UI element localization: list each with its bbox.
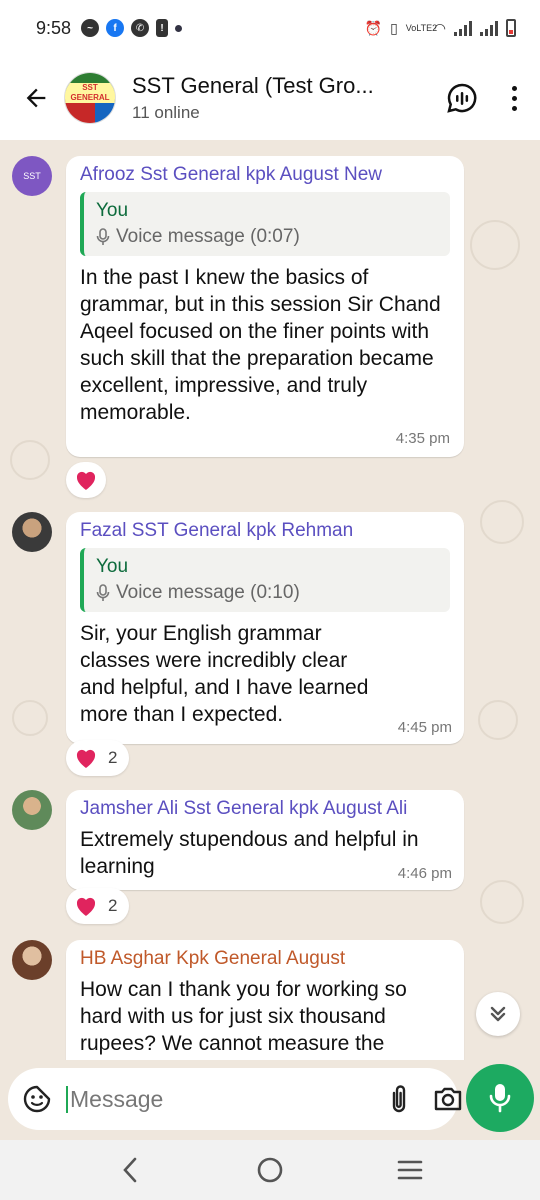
system-navigation-bar [0, 1140, 540, 1200]
more-notifications-icon [175, 24, 183, 32]
vibrate-icon: ▯ [390, 19, 398, 36]
sender-avatar[interactable]: SST [12, 156, 52, 196]
microphone-icon [96, 584, 110, 601]
quote-text: Voice message (0:10) [116, 582, 300, 603]
messenger-notification-icon: ~ [81, 19, 100, 37]
microphone-icon [96, 228, 110, 245]
microphone-icon [489, 1084, 511, 1113]
reaction-badge[interactable] [66, 462, 106, 498]
online-count: 11 online [132, 103, 200, 122]
compose-bar [0, 1060, 540, 1140]
nav-back-button[interactable] [106, 1146, 154, 1194]
chat-info[interactable]: SST General (Test Gro... 11 online [132, 73, 434, 123]
home-circle-icon [257, 1157, 283, 1183]
sender-name[interactable]: Afrooz Sst General kpk August New [80, 164, 450, 186]
camera-icon [434, 1087, 462, 1111]
recents-icon [397, 1160, 423, 1180]
status-bar: 9:58 ~ f ✆ ! ⏰ ▯ VoLTE2 ◠ [0, 0, 540, 56]
status-time: 9:58 [36, 17, 72, 38]
volte-label: VoLTE2 [405, 22, 438, 33]
voice-chat-icon [447, 83, 477, 113]
more-options-button[interactable] [504, 80, 524, 116]
message-bubble[interactable]: Afrooz Sst General kpk August New You Vo… [66, 156, 464, 457]
group-avatar-logo: SST GENERAL [65, 83, 115, 103]
chat-messages-area[interactable]: SST Afrooz Sst General kpk August New Yo… [0, 140, 540, 1060]
double-chevron-down-icon [490, 1006, 506, 1022]
message-row: Jamsher Ali Sst General kpk August Ali E… [12, 790, 472, 890]
facebook-notification-icon: f [106, 19, 125, 37]
chat-header: SST GENERAL SST General (Test Gro... 11 … [0, 56, 540, 140]
message-bubble[interactable]: Jamsher Ali Sst General kpk August Ali E… [66, 790, 464, 890]
reaction-count: 2 [108, 748, 118, 767]
alarm-icon: ⏰ [364, 19, 383, 36]
nav-recents-button[interactable] [386, 1146, 434, 1194]
reaction-badge[interactable]: 2 [66, 740, 130, 776]
heart-icon [76, 471, 96, 490]
sender-name[interactable]: Fazal SST General kpk Rehman [80, 520, 450, 542]
message-time: 4:35 pm [395, 430, 450, 447]
back-arrow-icon [26, 88, 46, 108]
scroll-to-bottom-button[interactable] [476, 992, 520, 1036]
message-row: Fazal SST General kpk Rehman You Voice m… [12, 512, 472, 744]
sender-avatar[interactable] [12, 790, 52, 830]
reaction-count: 2 [108, 896, 118, 915]
group-avatar[interactable]: SST GENERAL [64, 72, 116, 124]
reaction-badge[interactable]: 2 [66, 888, 130, 924]
message-bubble[interactable]: Fazal SST General kpk Rehman You Voice m… [66, 512, 464, 744]
heart-icon [76, 749, 96, 768]
sender-avatar[interactable] [12, 940, 52, 980]
alert-notification-icon: ! [156, 19, 169, 37]
nav-home-button[interactable] [246, 1146, 294, 1194]
reply-quote[interactable]: You Voice message (0:07) [80, 192, 450, 256]
attach-button[interactable] [386, 1082, 412, 1116]
heart-icon [76, 897, 96, 916]
message-row: HB Asghar Kpk General August How can I t… [12, 940, 472, 1060]
sender-avatar[interactable] [12, 512, 52, 552]
sender-name[interactable]: HB Asghar Kpk General August [80, 948, 450, 970]
paperclip-icon [392, 1085, 406, 1113]
quote-author: You [96, 200, 129, 221]
camera-button[interactable] [432, 1082, 464, 1116]
message-text: How can I thank you for working so hard … [80, 978, 407, 1055]
battery-icon [506, 19, 516, 37]
message-text: In the past I knew the basics of grammar… [80, 266, 441, 424]
back-button[interactable] [16, 78, 56, 118]
message-time: 4:46 pm [397, 865, 452, 882]
wifi-icon: ◠ [433, 19, 446, 36]
reply-quote[interactable]: You Voice message (0:10) [80, 548, 450, 612]
chevron-left-icon [123, 1157, 137, 1183]
voice-record-button[interactable] [466, 1064, 534, 1132]
signal-1-icon [454, 20, 472, 36]
message-time: 4:45 pm [397, 719, 452, 736]
chat-title: SST General (Test Gro... [132, 73, 374, 98]
message-bubble[interactable]: HB Asghar Kpk General August How can I t… [66, 940, 464, 1060]
message-input[interactable] [66, 1085, 366, 1113]
sticker-icon [23, 1085, 51, 1113]
wallpaper-doodle [478, 700, 518, 740]
voice-chat-button[interactable] [444, 80, 480, 116]
whatsapp-notification-icon: ✆ [131, 19, 150, 37]
quote-text: Voice message (0:07) [116, 226, 300, 247]
message-input-box [8, 1068, 462, 1130]
sender-name[interactable]: Jamsher Ali Sst General kpk August Ali [80, 798, 450, 820]
message-text: Sir, your English grammar classes were i… [80, 622, 369, 726]
wallpaper-doodle [470, 220, 520, 270]
wallpaper-doodle [480, 880, 524, 924]
sticker-button[interactable] [22, 1083, 52, 1115]
signal-2-icon [480, 20, 498, 36]
wallpaper-doodle [480, 500, 524, 544]
message-row: SST Afrooz Sst General kpk August New Yo… [12, 156, 472, 457]
quote-author: You [96, 556, 129, 577]
